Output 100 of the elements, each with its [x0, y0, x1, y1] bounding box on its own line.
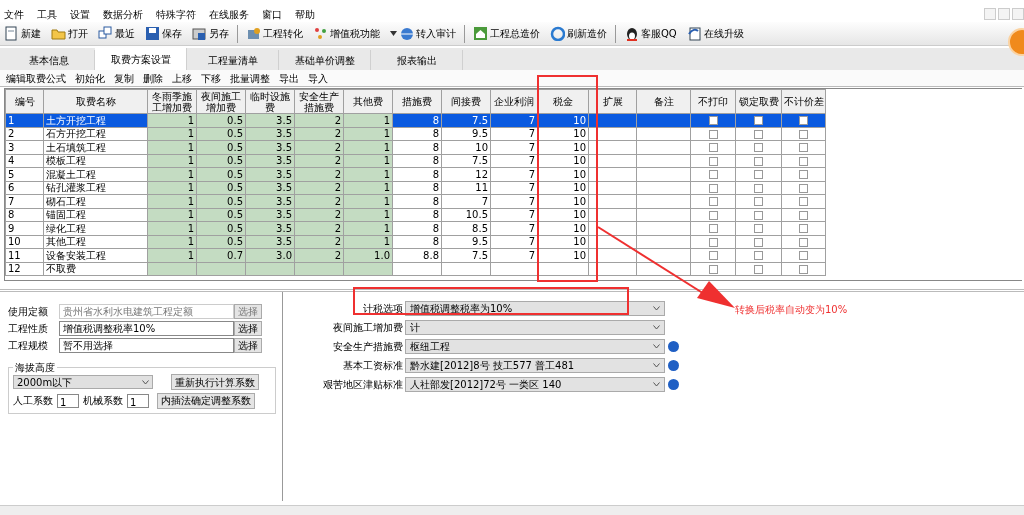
checkbox[interactable] [799, 170, 808, 180]
toolbar-link[interactable]: 上移 [172, 70, 192, 86]
checkbox[interactable] [708, 116, 718, 126]
column-header[interactable]: 间接费 [441, 89, 491, 114]
column-header[interactable]: 不计价差 [781, 89, 826, 114]
checkbox[interactable] [799, 129, 808, 139]
toolbar-link[interactable]: 导出 [279, 70, 299, 86]
checkbox[interactable] [754, 116, 763, 126]
menu-item[interactable]: 特殊字符 [156, 6, 196, 22]
column-header[interactable]: 夜间施工增加费 [196, 89, 246, 114]
checkbox[interactable] [708, 224, 718, 234]
checkbox[interactable] [799, 210, 808, 220]
checkbox[interactable] [708, 143, 718, 153]
checkbox[interactable] [754, 224, 763, 234]
checkbox[interactable] [799, 264, 808, 274]
input-field[interactable]: 1 [57, 393, 79, 408]
dropdown[interactable]: 人社部发[2012]72号 一类区 140 [405, 377, 665, 392]
checkbox[interactable] [799, 156, 808, 166]
column-header[interactable]: 企业利润 [490, 89, 538, 114]
column-header[interactable]: 税金 [537, 89, 589, 114]
toolbar-button[interactable]: 刷新造价 [548, 26, 609, 41]
checkbox[interactable] [799, 237, 808, 247]
tab[interactable]: 取费方案设置 [95, 48, 187, 70]
checkbox[interactable] [754, 197, 763, 207]
toolbar-link[interactable]: 导入 [308, 70, 328, 86]
dropdown[interactable]: 枢纽工程 [405, 339, 665, 354]
column-header[interactable]: 取费名称 [43, 89, 148, 114]
checkbox[interactable] [799, 224, 808, 234]
checkbox[interactable] [799, 116, 808, 126]
menu-item[interactable]: 工具 [37, 6, 57, 22]
menu-item[interactable]: 数据分析 [103, 6, 143, 22]
column-header[interactable]: 锁定取费 [735, 89, 782, 114]
toolbar-link[interactable]: 初始化 [75, 70, 105, 86]
input-field[interactable]: 暂不用选择 [59, 338, 234, 353]
column-header[interactable]: 扩展 [588, 89, 637, 114]
toolbar-link[interactable]: 下移 [201, 70, 221, 86]
checkbox[interactable] [754, 210, 763, 220]
checkbox[interactable] [754, 237, 763, 247]
select-button[interactable]: 选择 [234, 321, 262, 336]
column-header[interactable]: 临时设施费 [245, 89, 295, 114]
toolbar-button[interactable]: 另存 [190, 26, 231, 41]
checkbox[interactable] [708, 129, 718, 139]
interpolate-button[interactable]: 内插法确定调整系数 [157, 392, 255, 409]
checkbox[interactable] [708, 237, 718, 247]
toolbar-button[interactable]: 新建 [2, 26, 43, 41]
checkbox[interactable] [754, 129, 763, 139]
menu-item[interactable]: 文件 [4, 6, 24, 22]
toolbar-link[interactable]: 删除 [143, 70, 163, 86]
close-button[interactable] [1012, 8, 1024, 20]
toolbar-link[interactable]: 批量调整 [230, 70, 270, 86]
column-header[interactable]: 不打印 [690, 89, 736, 114]
column-header[interactable]: 措施费 [392, 89, 442, 114]
toolbar-button[interactable]: 客服QQ [622, 26, 679, 41]
column-header[interactable]: 安全生产措施费 [294, 89, 344, 114]
menu-item[interactable]: 在线服务 [209, 6, 249, 22]
toolbar-button[interactable]: 增值税功能 [311, 26, 382, 41]
recalculate-button[interactable]: 重新执行计算系数 [171, 374, 259, 390]
checkbox[interactable] [708, 183, 718, 193]
checkbox[interactable] [708, 264, 718, 274]
checkbox[interactable] [799, 197, 808, 207]
input-field[interactable]: 1 [127, 393, 149, 408]
toolbar-button[interactable]: 转入审计 [388, 26, 458, 41]
toolbar-link[interactable]: 编辑取费公式 [6, 70, 66, 86]
checkbox[interactable] [708, 170, 718, 180]
menu-item[interactable]: 帮助 [295, 6, 315, 22]
checkbox[interactable] [754, 156, 763, 166]
toolbar-button[interactable]: 工程转化 [244, 26, 305, 41]
dropdown[interactable]: 黔水建[2012]8号 技工577 普工481 [405, 358, 665, 373]
menu-item[interactable]: 窗口 [262, 6, 282, 22]
toolbar-button[interactable]: 保存 [143, 26, 184, 41]
toolbar-button[interactable]: 在线升级 [684, 26, 746, 41]
checkbox[interactable] [708, 210, 718, 220]
checkbox[interactable] [754, 264, 763, 274]
checkbox[interactable] [754, 251, 763, 261]
toolbar-button[interactable]: 打开 [49, 26, 90, 41]
checkbox[interactable] [799, 251, 808, 261]
toolbar-link[interactable]: 复制 [114, 70, 134, 86]
column-header[interactable]: 冬雨季施工增加费 [147, 89, 197, 114]
checkbox[interactable] [708, 156, 718, 166]
menu-item[interactable]: 设置 [70, 6, 90, 22]
checkbox[interactable] [754, 143, 763, 153]
checkbox[interactable] [708, 251, 718, 261]
checkbox[interactable] [799, 143, 808, 153]
dropdown[interactable]: 计 [405, 320, 665, 335]
checkbox[interactable] [708, 197, 718, 207]
column-header[interactable]: 备注 [636, 89, 691, 114]
checkbox[interactable] [799, 183, 808, 193]
toolbar-button[interactable]: 工程总造价 [471, 26, 542, 41]
dropdown[interactable]: 2000m以下 [13, 375, 153, 389]
checkbox[interactable] [754, 183, 763, 193]
column-header[interactable]: 其他费 [343, 89, 393, 114]
input-field[interactable]: 增值税调整税率10% [59, 321, 234, 336]
dropdown-value: 增值税调整税率为10% [410, 302, 513, 316]
toolbar-button[interactable]: 最近 [96, 26, 137, 41]
select-button[interactable]: 选择 [234, 338, 262, 353]
restore-button[interactable] [998, 8, 1010, 20]
checkbox[interactable] [754, 170, 763, 180]
column-header[interactable]: 编号 [5, 89, 44, 114]
minimize-button[interactable] [984, 8, 996, 20]
table-cell: 10.5 [441, 208, 491, 222]
